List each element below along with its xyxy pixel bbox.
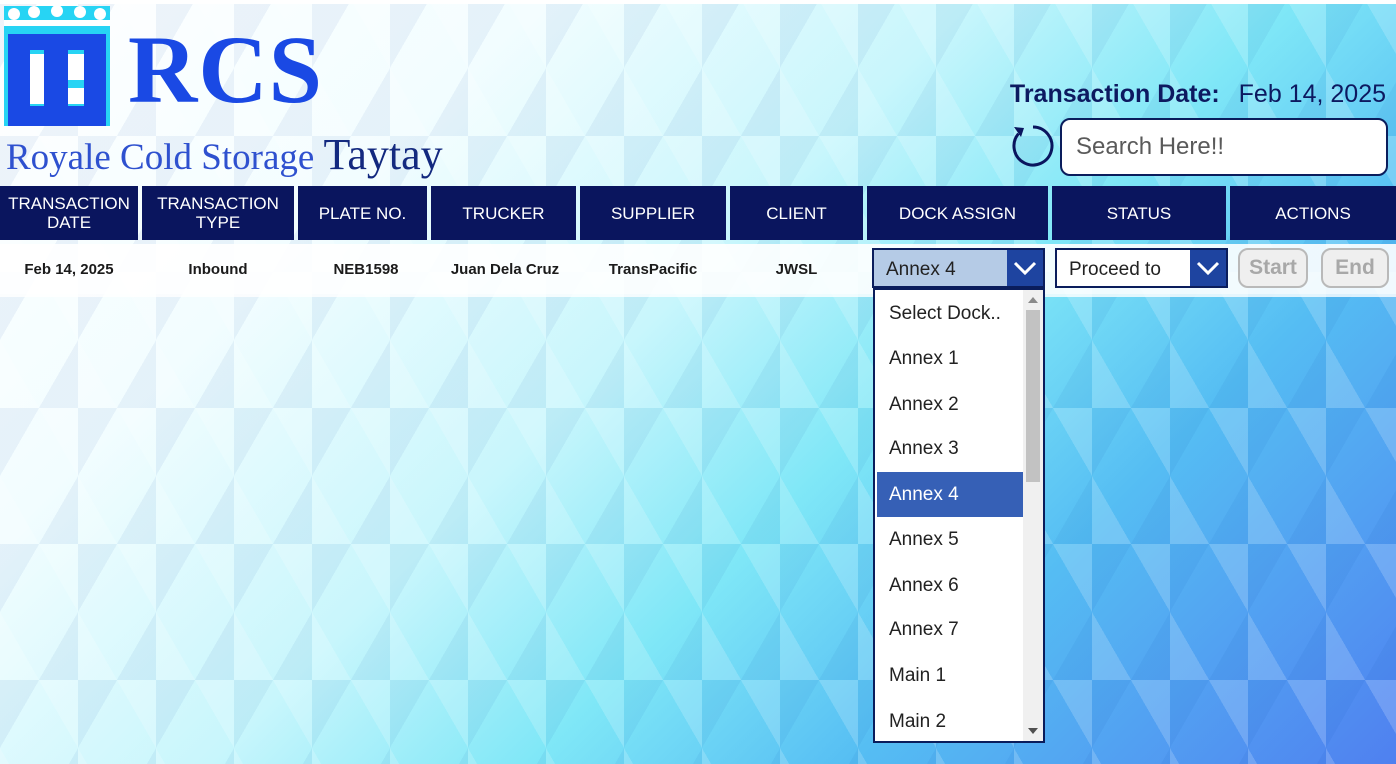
dock-option[interactable]: Main 1: [877, 653, 1025, 698]
refresh-icon[interactable]: [1010, 123, 1056, 169]
top-strip: [0, 0, 1396, 4]
cell-client: JWSL: [775, 260, 818, 278]
dock-option[interactable]: Annex 5: [877, 517, 1025, 562]
col-supplier: SUPPLIER: [580, 186, 726, 240]
dock-option[interactable]: Annex 2: [877, 382, 1025, 427]
logo-subtitle: Royale Cold Storage Taytay: [6, 133, 443, 179]
cell-supplier: TransPacific: [608, 260, 698, 278]
cell-date: Feb 14, 2025: [24, 260, 114, 278]
search-input[interactable]: [1060, 118, 1388, 176]
col-transaction-type: TRANSACTION TYPE: [142, 186, 294, 240]
col-trucker: TRUCKER: [431, 186, 576, 240]
dock-assign-value: Annex 4: [886, 259, 956, 280]
row-divider: [0, 294, 1396, 297]
cell-type: Inbound: [188, 260, 248, 278]
start-button[interactable]: Start: [1238, 248, 1308, 288]
cell-trucker: Juan Dela Cruz: [450, 260, 560, 278]
col-dock-assign: DOCK ASSIGN: [867, 186, 1048, 240]
col-plate-no: PLATE NO.: [298, 186, 427, 240]
col-client: CLIENT: [730, 186, 863, 240]
status-value: Proceed to: [1069, 259, 1161, 280]
brand-logo: RCS Royale Cold Storage Taytay: [4, 6, 474, 181]
col-actions: ACTIONS: [1230, 186, 1396, 240]
dock-option-selected[interactable]: Annex 4: [877, 472, 1025, 517]
cell-plate: NEB1598: [333, 260, 399, 278]
transaction-date: Transaction Date: Feb 14, 2025: [1010, 80, 1386, 109]
dock-option[interactable]: Main 2: [877, 699, 1025, 741]
dropdown-scrollbar[interactable]: [1023, 290, 1043, 741]
company-name: Royale Cold Storage: [6, 137, 315, 178]
dock-assign-select[interactable]: Annex 4: [872, 248, 1045, 288]
transaction-date-label: Transaction Date:: [1009, 80, 1220, 108]
dock-option[interactable]: Select Dock..: [877, 291, 1025, 336]
chevron-down-icon[interactable]: [1007, 250, 1043, 286]
chevron-down-icon[interactable]: [1190, 250, 1226, 286]
logo-rcs-text: RCS: [128, 16, 324, 123]
scrollbar-thumb[interactable]: [1026, 310, 1040, 482]
branch-name: Taytay: [323, 130, 443, 179]
status-select[interactable]: Proceed to: [1055, 248, 1228, 288]
dock-dropdown-list[interactable]: Select Dock.. Annex 1 Annex 2 Annex 3 An…: [873, 288, 1045, 743]
dock-option[interactable]: Annex 1: [877, 336, 1025, 381]
dock-option[interactable]: Annex 6: [877, 563, 1025, 608]
dock-option[interactable]: Annex 7: [877, 607, 1025, 652]
castle-logo-icon: [4, 6, 110, 126]
dock-option[interactable]: Annex 3: [877, 426, 1025, 471]
scroll-up-arrow-icon[interactable]: [1028, 297, 1038, 303]
col-transaction-date: TRANSACTION DATE: [0, 186, 138, 240]
transaction-date-value: Feb 14, 2025: [1238, 80, 1386, 108]
end-button[interactable]: End: [1321, 248, 1389, 288]
col-status: STATUS: [1052, 186, 1226, 240]
scroll-down-arrow-icon[interactable]: [1028, 728, 1038, 734]
table-header: TRANSACTION DATE TRANSACTION TYPE PLATE …: [0, 184, 1396, 242]
